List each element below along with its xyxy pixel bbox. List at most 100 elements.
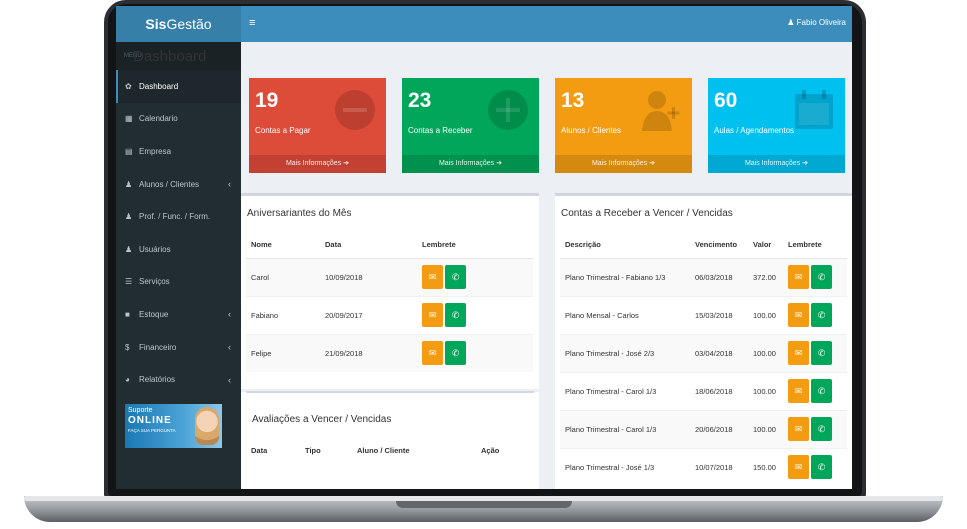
sidebar-item-usu-rios[interactable]: ♟ Usuários [116,233,241,266]
cell-lembrete: ✉ ✆ [417,295,533,334]
envelope-icon: ✉ [794,462,803,473]
user-icon: ♟ [787,18,795,27]
user-name: Fabio Oliveira [796,18,846,27]
col-vencimento: Vencimento [690,231,748,259]
logo-rest: Gestão [166,16,212,32]
col-tipo: Tipo [305,446,321,455]
more-info-link[interactable]: Mais Informações ➔ [555,155,692,173]
menu-toggle-icon[interactable]: ≡ [249,17,255,29]
cell-data: 21/09/2018 [320,333,417,372]
more-info-label: Mais Informações [438,160,495,167]
chevron-left-icon: ‹ [228,342,231,353]
arrow-circle-right-icon: ➔ [343,160,350,167]
panel-divider [246,391,534,393]
info-box-label: Contas a Receber [408,126,473,135]
envelope-icon: ✉ [794,348,803,358]
table-row: Felipe 21/09/2018 ✉ ✆ [246,333,533,372]
col-lembrete: Lembrete [783,231,847,259]
whatsapp-icon: ✆ [817,348,826,358]
cell-descricao: Plano Trimestral - Carol 1/3 [560,371,690,410]
user-menu[interactable]: ♟ Fabio Oliveira [787,18,846,27]
whatsapp-reminder-button[interactable]: ✆ [811,341,833,365]
info-box-value: 23 [408,89,432,112]
envelope-icon: ✉ [428,348,437,359]
evaluations-title: Avaliações a Vencer / Vencidas [252,414,392,425]
calendar-icon: ▦ [125,114,133,124]
sidebar-item-alunos-clientes[interactable]: ♟ Alunos / Clientes ‹ [116,168,241,201]
envelope-icon: ✉ [794,386,803,396]
col-valor: Valor [748,231,783,259]
sidebar-item-calendario[interactable]: ▦ Calendario [116,103,241,136]
email-reminder-button[interactable]: ✉ [422,341,443,366]
sliders-icon: ☰ [125,277,133,287]
email-reminder-button[interactable]: ✉ [788,303,809,327]
whatsapp-reminder-button[interactable]: ✆ [445,303,467,327]
support-agent-photo [195,407,219,445]
cell-lembrete: ✉ ✆ [417,257,533,296]
whatsapp-reminder-button[interactable]: ✆ [811,303,833,327]
email-reminder-button[interactable]: ✉ [788,341,809,365]
col-data: Data [251,446,268,455]
table-row: Plano Trimestral - Fabiano 1/3 06/03/2018… [560,257,847,296]
cell-lembrete: ✉ ✆ [783,409,847,448]
whatsapp-icon: ✆ [817,462,826,473]
col-nome: Nome [246,231,320,259]
box-icon: ■ [125,309,130,319]
cell-valor: 100.00 [748,295,783,334]
col-lembrete: Lembrete [417,231,533,259]
birthdays-title: Aniversariantes do Mês [247,208,352,219]
cell-vencimento: 18/06/2018 [690,371,748,410]
cell-descricao: Plano Trimestral - Carol 1/3 [560,409,690,448]
support-online-banner[interactable]: Suporte ONLINE FAÇA SUA PERGUNTA [125,404,222,448]
email-reminder-button[interactable]: ✉ [788,417,809,441]
sidebar: MENU ✿ Dashboard ▦ Calendario ▤ Empresa ♟ Aluno… [116,42,241,489]
sidebar-item-relat-rios[interactable]: ◕ Relatórios ‹ [116,363,241,396]
chevron-left-icon: ‹ [228,374,231,385]
sidebar-item-financeiro[interactable]: $ Financeiro ‹ [116,331,241,364]
sidebar-item-dashboard[interactable]: ✿ Dashboard [116,70,241,103]
email-reminder-button[interactable]: ✉ [788,265,809,289]
email-reminder-button[interactable]: ✉ [788,455,809,480]
sidebar-item-prof-func-form[interactable]: ♟ Prof. / Func. / Form. [116,200,241,233]
info-box-contas-a-pagar: 19 Contas a Pagar Mais Informações ➔ [249,78,386,173]
envelope-icon: ✉ [794,310,803,320]
sidebar-item-label: Calendario [139,114,178,124]
sidebar-item-estoque[interactable]: ■ Estoque ‹ [116,298,241,331]
more-info-link[interactable]: Mais Informações ➔ [402,155,539,173]
logo-bold: Sis [145,16,167,32]
arrow-circle-right-icon: ➔ [649,160,656,167]
cell-vencimento: 10/07/2018 [690,447,748,486]
email-reminder-button[interactable]: ✉ [422,303,443,327]
whatsapp-icon: ✆ [817,386,826,396]
chevron-left-icon: ‹ [228,179,231,190]
sidebar-item-label: Financeiro [139,342,177,352]
whatsapp-icon: ✆ [817,272,826,282]
sidebar-item-empresa[interactable]: ▤ Empresa [116,135,241,168]
sidebar-item-label: Relatórios [139,375,176,385]
whatsapp-reminder-button[interactable]: ✆ [445,341,467,366]
whatsapp-reminder-button[interactable]: ✆ [811,379,833,403]
more-info-link[interactable]: Mais Informações ➔ [708,155,845,173]
sidebar-item-servi-os[interactable]: ☰ Serviços [116,266,241,299]
email-reminder-button[interactable]: ✉ [422,265,443,289]
pie-chart-icon: ◕ [125,375,130,385]
table-row: Plano Trimestral - José 1/3 10/07/2018 150… [560,447,847,486]
col-descricao: Descrição [560,231,690,259]
info-box-label: Contas a Pagar [255,126,311,135]
col-data: Data [320,231,417,259]
email-reminder-button[interactable]: ✉ [788,379,809,403]
envelope-icon: ✉ [428,310,437,320]
whatsapp-reminder-button[interactable]: ✆ [811,455,833,480]
whatsapp-icon: ✆ [451,310,460,320]
sidebar-menu: ✿ Dashboard ▦ Calendario ▤ Empresa ♟ Alunos / C… [116,70,241,396]
envelope-icon: ✉ [794,272,803,282]
arrow-circle-right-icon: ➔ [802,160,809,167]
cell-descricao: Plano Mensal - Carlos [560,295,690,334]
more-info-link[interactable]: Mais Informações ➔ [249,155,386,173]
cell-data: 20/09/2017 [320,295,417,334]
whatsapp-reminder-button[interactable]: ✆ [445,265,467,289]
whatsapp-reminder-button[interactable]: ✆ [811,265,833,289]
whatsapp-reminder-button[interactable]: ✆ [811,417,833,441]
app-logo[interactable]: Sis Gestão [116,6,241,42]
users-icon: ♟ [125,244,133,254]
